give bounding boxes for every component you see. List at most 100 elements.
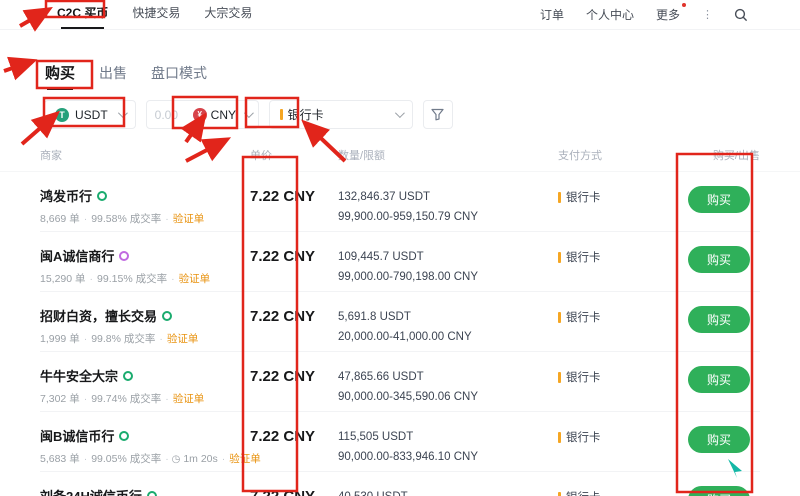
- payment-select[interactable]: 银行卡: [269, 100, 413, 129]
- offer-list: 鸿发币行 8,669 单 · 99.58% 成交率 · 验证单 7.22 CNY…: [0, 172, 800, 496]
- completion-rate: 99.05% 成交率: [91, 451, 161, 466]
- buy-button[interactable]: 购买: [688, 246, 750, 273]
- merchant-cell: 闽A诚信商行 15,290 单 · 99.15% 成交率 · 验证单: [40, 246, 250, 286]
- order-count: 8,669 单: [40, 211, 80, 226]
- payment-color-bar: [558, 492, 561, 496]
- completion-rate: 99.74% 成交率: [91, 391, 161, 406]
- payment-cell: 银行卡: [558, 486, 688, 496]
- verified-badge-icon: [147, 491, 157, 496]
- merchant-stats: 7,302 单 · 99.74% 成交率 · 验证单: [40, 391, 250, 406]
- verified-order-tag[interactable]: 验证单: [167, 331, 199, 346]
- fiat-select[interactable]: ¥ CNY: [193, 108, 251, 122]
- order-limit: 90,000.00-345,590.06 CNY: [338, 388, 558, 408]
- completion-rate: 99.8% 成交率: [91, 331, 155, 346]
- amount-limit-cell: 47,865.66 USDT 90,000.00-345,590.06 CNY: [338, 366, 558, 407]
- order-count: 5,683 单: [40, 451, 80, 466]
- completion-rate: 99.58% 成交率: [91, 211, 161, 226]
- buy-button[interactable]: 购买: [688, 426, 750, 453]
- c2c-trading-page: C2C 买币 快捷交易 大宗交易 订单 个人中心 更多 ⋮ 购买 出售 盘口模式: [0, 0, 800, 496]
- merchant-stats: 5,683 单 · 99.05% 成交率 · ◷ 1m 20s · 验证单: [40, 451, 250, 466]
- payment-method: 银行卡: [566, 249, 601, 265]
- amount-input[interactable]: [155, 108, 189, 122]
- tab-orderbook-mode[interactable]: 盘口模式: [151, 63, 207, 92]
- offer-row: 闽B诚信币行 5,683 单 · 99.05% 成交率 · ◷ 1m 20s ·…: [40, 412, 760, 472]
- more-menu-icon[interactable]: ⋮: [702, 8, 712, 21]
- payment-cell: 银行卡: [558, 366, 688, 385]
- buy-button[interactable]: 购买: [688, 186, 750, 213]
- merchant-cell: 闽B诚信币行 5,683 单 · 99.05% 成交率 · ◷ 1m 20s ·…: [40, 426, 250, 466]
- payment-color-bar: [558, 432, 561, 443]
- payment-select-value: 银行卡: [288, 106, 324, 123]
- available-amount: 132,846.37 USDT: [338, 188, 558, 208]
- buy-button[interactable]: 购买: [688, 366, 750, 393]
- col-header-action: 购买/出售: [688, 147, 760, 163]
- merchant-name[interactable]: 招财白资，擅长交易: [40, 306, 157, 325]
- crypto-select-value: USDT: [75, 108, 108, 122]
- unit-price: 7.22 CNY: [250, 486, 338, 496]
- amount-limit-cell: 40,530 USDT 90,000.00-292,626.60 CNY: [338, 486, 558, 496]
- merchant-name[interactable]: 鸿发币行: [40, 186, 92, 205]
- merchant-cell: 牛牛安全大宗 7,302 单 · 99.74% 成交率 · 验证单: [40, 366, 250, 406]
- amount-limit-cell: 115,505 USDT 90,000.00-833,946.10 CNY: [338, 426, 558, 467]
- offer-row: 招财白资，擅长交易 1,999 单 · 99.8% 成交率 · 验证单 7.22…: [40, 292, 760, 352]
- unit-price: 7.22 CNY: [250, 186, 338, 205]
- col-header-amount-limit: 数量/限额: [338, 147, 558, 163]
- verified-order-tag[interactable]: 验证单: [229, 451, 261, 466]
- unit-price: 7.22 CNY: [250, 366, 338, 385]
- offer-row: 刘备24H诚信币行 1,471 单 · 99.86% 成交率 · 验证单 7.2…: [40, 472, 760, 496]
- payment-cell: 银行卡: [558, 426, 688, 445]
- crypto-select[interactable]: T USDT: [44, 100, 136, 129]
- order-limit: 90,000.00-833,946.10 CNY: [338, 448, 558, 468]
- cny-icon: ¥: [193, 108, 207, 122]
- merchant-name[interactable]: 闽A诚信商行: [40, 246, 114, 265]
- payment-color-bar: [558, 192, 561, 203]
- merchant-name[interactable]: 牛牛安全大宗: [40, 366, 118, 385]
- verified-badge-icon: [119, 431, 129, 441]
- col-header-payment: 支付方式: [558, 147, 688, 163]
- nav-item-c2c-buy[interactable]: C2C 买币: [55, 0, 110, 29]
- buy-button[interactable]: 购买: [688, 486, 750, 496]
- available-amount: 115,505 USDT: [338, 428, 558, 448]
- verified-order-tag[interactable]: 验证单: [173, 211, 205, 226]
- nav-item-block-trade[interactable]: 大宗交易: [202, 0, 254, 29]
- amount-limit-cell: 132,846.37 USDT 99,900.00-959,150.79 CNY: [338, 186, 558, 227]
- amount-limit-cell: 109,445.7 USDT 99,000.00-790,198.00 CNY: [338, 246, 558, 287]
- merchant-stats: 15,290 单 · 99.15% 成交率 · 验证单: [40, 271, 250, 286]
- advanced-filter-button[interactable]: [423, 100, 453, 129]
- table-header: 商家 单价 数量/限额 支付方式 购买/出售: [0, 129, 800, 172]
- merchant-name[interactable]: 闽B诚信币行: [40, 426, 114, 445]
- available-amount: 5,691.8 USDT: [338, 308, 558, 328]
- nav-item-more[interactable]: 更多: [656, 6, 680, 23]
- top-nav: C2C 买币 快捷交易 大宗交易 订单 个人中心 更多 ⋮: [0, 0, 800, 30]
- funnel-icon: [431, 108, 444, 121]
- available-amount: 47,865.66 USDT: [338, 368, 558, 388]
- nav-item-express-trade[interactable]: 快捷交易: [130, 0, 182, 29]
- payment-method: 银行卡: [566, 369, 601, 385]
- nav-item-more-label: 更多: [656, 8, 680, 22]
- merchant-cell: 刘备24H诚信币行 1,471 单 · 99.86% 成交率 · 验证单: [40, 486, 250, 496]
- verified-badge-icon: [162, 311, 172, 321]
- tether-icon: T: [55, 108, 69, 122]
- search-icon[interactable]: [734, 8, 748, 22]
- tab-sell[interactable]: 出售: [99, 63, 127, 92]
- verified-order-tag[interactable]: 验证单: [173, 391, 205, 406]
- payment-cell: 银行卡: [558, 246, 688, 265]
- offer-row: 牛牛安全大宗 7,302 单 · 99.74% 成交率 · 验证单 7.22 C…: [40, 352, 760, 412]
- nav-item-orders[interactable]: 订单: [540, 6, 564, 23]
- fiat-select-value: CNY: [211, 108, 236, 122]
- verified-badge-icon: [119, 251, 129, 261]
- tab-buy[interactable]: 购买: [45, 62, 75, 92]
- amount-limit-cell: 5,691.8 USDT 20,000.00-41,000.00 CNY: [338, 306, 558, 347]
- verified-order-tag[interactable]: 验证单: [179, 271, 211, 286]
- chevron-down-icon: [244, 108, 254, 118]
- nav-item-profile[interactable]: 个人中心: [586, 6, 634, 23]
- available-amount: 109,445.7 USDT: [338, 248, 558, 268]
- order-limit: 99,000.00-790,198.00 CNY: [338, 268, 558, 288]
- amount-filter: ¥ CNY: [146, 100, 259, 129]
- merchant-name[interactable]: 刘备24H诚信币行: [40, 486, 142, 496]
- payment-color-bar: [558, 252, 561, 263]
- buy-button[interactable]: 购买: [688, 306, 750, 333]
- release-time: · ◷ 1m 20s: [165, 453, 218, 465]
- offer-row: 鸿发币行 8,669 单 · 99.58% 成交率 · 验证单 7.22 CNY…: [40, 172, 760, 232]
- chevron-down-icon: [395, 108, 405, 118]
